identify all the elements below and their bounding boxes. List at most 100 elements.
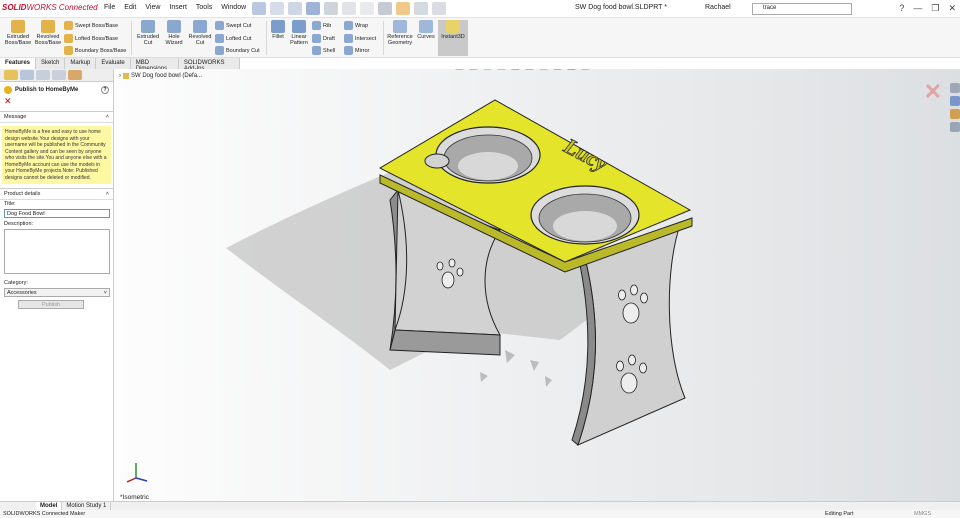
task-pane-library-icon[interactable] [950,96,960,106]
feature-tree-icon[interactable] [4,70,18,80]
part-icon [123,73,129,79]
lofted-boss-button[interactable]: Lofted Boss/Base [64,34,118,43]
hide-show-icon[interactable] [539,69,548,70]
small-hole [424,153,450,169]
title-input[interactable]: Dog Food Bowl [4,209,110,218]
home-icon[interactable] [252,2,266,15]
tab-mbd-dimensions[interactable]: MBD Dimensions [130,58,179,72]
expand-arrow-icon[interactable]: › [119,73,121,79]
search-input[interactable]: trace [752,3,852,15]
boundary-cut-button[interactable]: Boundary Cut [215,46,260,55]
message-header-label: Message [4,114,27,120]
tab-solidworks-add-ins[interactable]: SOLIDWORKS Add-Ins [178,58,240,72]
publish-button[interactable]: Publish [18,300,84,309]
user-name[interactable]: Rachael [705,4,731,11]
cancel-close-icon[interactable]: ✕ [0,94,113,109]
task-pane-properties-icon[interactable] [950,122,960,132]
menu-edit[interactable]: Edit [124,4,136,11]
new-document-icon[interactable] [270,2,284,15]
panel-help-icon[interactable]: ? [101,86,109,94]
mirror-button[interactable]: Mirror [344,46,369,55]
collapse-icon[interactable]: ˄ [106,191,109,197]
property-manager-icon[interactable] [20,70,34,80]
graphics-viewport[interactable]: Lucy › SW Dog food bowl (Defa... ⊟ ⊞ ❐ ⊠… [115,69,960,501]
boundary-boss-button[interactable]: Boundary Boss/Base [64,46,126,55]
status-bar: SOLIDWORKS Connected Maker Editing Part … [0,510,960,518]
menu-file[interactable]: File [104,4,115,11]
redo-icon[interactable] [360,2,374,15]
tab-motion-study[interactable]: Motion Study 1 [62,502,112,510]
configuration-manager-icon[interactable] [36,70,50,80]
shell-button[interactable]: Shell [312,46,335,55]
instant3d-button[interactable]: Instant3D [438,20,468,56]
extruded-boss-button[interactable]: Extruded Boss/Base [4,20,32,46]
tab-sketch[interactable]: Sketch [36,58,66,69]
edit-appearance-icon[interactable] [553,69,562,70]
view-settings-icon[interactable] [581,69,590,70]
linear-pattern-icon [292,20,306,33]
previous-view-icon[interactable] [483,69,492,70]
product-details-section-header[interactable]: Product details ˄ [0,188,113,200]
feature-tree-flyout[interactable]: › SW Dog food bowl (Defa... [119,73,202,79]
confirmation-corner-cancel-icon[interactable]: ✕ [924,79,942,105]
reference-geometry-button[interactable]: Reference Geometry [386,20,414,46]
message-section-header[interactable]: Message ˄ [0,111,113,123]
display-manager-icon[interactable] [68,70,82,80]
open-icon[interactable] [288,2,302,15]
swept-boss-button[interactable]: Swept Boss/Base [64,21,118,30]
file-properties-icon[interactable] [414,2,428,15]
close-icon[interactable]: ✕ [948,3,956,14]
restore-icon[interactable]: ❐ [931,3,939,14]
hole-wizard-button[interactable]: Hole Wizard [162,20,186,46]
tab-markup[interactable]: Markup [65,58,97,69]
menu-view[interactable]: View [145,4,160,11]
tab-features[interactable]: Features [0,58,37,69]
zoom-to-fit-icon[interactable] [455,69,464,70]
dimxpert-icon[interactable] [52,70,66,80]
undo-icon[interactable] [342,2,356,15]
rebuild-icon[interactable] [396,2,410,15]
rib-button[interactable]: Rib [312,21,331,30]
bowl-left [435,126,541,184]
status-mode: Editing Part [825,511,854,517]
select-icon[interactable] [378,2,392,15]
intersect-button[interactable]: Intersect [344,34,376,43]
swept-cut-icon [215,21,224,30]
print-icon[interactable] [324,2,338,15]
curves-button[interactable]: Curves [415,20,437,40]
task-pane-appearances-icon[interactable] [950,109,960,119]
menu-insert[interactable]: Insert [169,4,187,11]
apply-scene-icon[interactable] [567,69,576,70]
tab-evaluate[interactable]: Evaluate [96,58,131,69]
zoom-area-icon[interactable] [469,69,478,70]
view-orientation-icon[interactable] [511,69,520,70]
category-select[interactable]: Accessories ˅ [4,288,110,297]
description-textarea[interactable] [4,229,110,274]
options-gear-icon[interactable] [432,2,446,15]
menu-tools[interactable]: Tools [196,4,212,11]
menu-window[interactable]: Window [221,4,246,11]
task-pane-resources-icon[interactable] [950,83,960,93]
minimize-icon[interactable]: — [913,3,922,14]
revolved-cut-button[interactable]: Revolved Cut [186,20,214,46]
collapse-icon[interactable]: ˄ [106,114,109,120]
status-units[interactable]: MMGS [914,511,931,517]
draft-button[interactable]: Draft [312,34,335,43]
fillet-button[interactable]: Fillet [268,20,288,40]
quick-access-toolbar [252,2,446,15]
tab-model[interactable]: Model [36,502,63,510]
display-style-icon[interactable] [525,69,534,70]
swept-cut-button[interactable]: Swept Cut [215,21,251,30]
help-icon[interactable]: ? [899,3,904,14]
category-label: Category: [4,280,28,286]
draft-icon [312,34,321,43]
reference-geometry-icon [393,20,407,33]
section-view-icon[interactable] [497,69,506,70]
save-icon[interactable] [306,2,320,15]
rib-icon [312,21,321,30]
lofted-cut-button[interactable]: Lofted Cut [215,34,251,43]
extruded-cut-button[interactable]: Extruded Cut [134,20,162,46]
revolved-boss-button[interactable]: Revolved Boss/Base [34,20,62,46]
wrap-button[interactable]: Wrap [344,21,368,30]
linear-pattern-button[interactable]: Linear Pattern [288,20,310,46]
